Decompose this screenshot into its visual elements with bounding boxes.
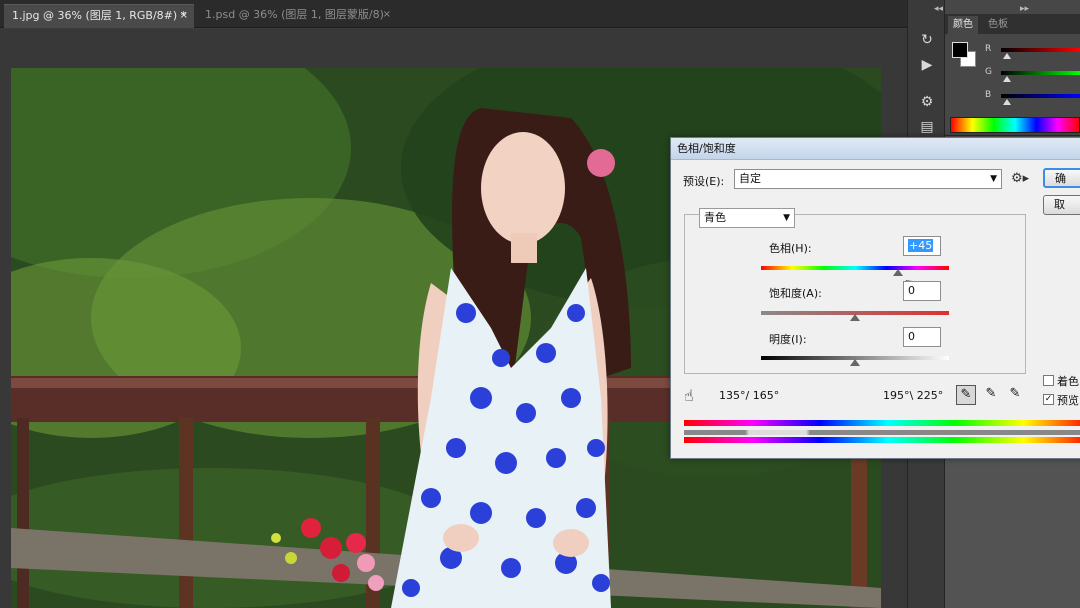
collapse-icon[interactable]: ▸▸ [1020, 4, 1029, 14]
document-tab-bar: 1.jpg @ 36% (图层 1, RGB/8#) * × 1.psd @ 3… [0, 0, 907, 28]
range-right-readout: 195°\ 225° [883, 389, 944, 402]
hue-saturation-dialog: 色相/饱和度 预设(E): 自定 ▼ ⚙▸ 确 取 青色 ▼ 色相(H): +4… [670, 137, 1080, 459]
output-color-ramp [684, 437, 1080, 443]
channel-track[interactable] [1001, 48, 1080, 52]
saturation-slider-thumb[interactable] [850, 314, 860, 321]
eyedropper-plus-icon[interactable]: ✎ [981, 385, 1001, 405]
preview-label: 预览 [1057, 394, 1079, 407]
channel-label: R [985, 44, 992, 54]
tab-label: 1.jpg @ 36% (图层 1, RGB/8#) * [12, 9, 187, 22]
color-spectrum-bar[interactable] [950, 117, 1080, 133]
lightness-label: 明度(I): [769, 333, 807, 346]
lightness-input[interactable]: 0 [903, 327, 941, 347]
dialog-title: 色相/饱和度 [671, 138, 1080, 160]
close-icon[interactable]: × [180, 5, 188, 27]
hue-value: +45 [908, 239, 934, 252]
slider-thumb[interactable] [1003, 99, 1011, 105]
adjustments-icon[interactable]: ⚙ [917, 92, 937, 112]
photoshop-window: 1.jpg @ 36% (图层 1, RGB/8#) * × 1.psd @ 3… [0, 0, 1080, 608]
eyedropper-icon[interactable]: ✎ [956, 385, 976, 405]
saturation-value: 0 [908, 284, 915, 297]
hue-label: 色相(H): [769, 242, 812, 255]
panel-tabs: 颜色 色板 [945, 14, 1080, 34]
slider-thumb[interactable] [1003, 53, 1011, 59]
channel-track[interactable] [1001, 94, 1080, 98]
range-adjust-bar[interactable] [684, 430, 1080, 435]
layers-icon[interactable]: ▤ [917, 117, 937, 137]
hue-input[interactable]: +45 [903, 236, 941, 256]
colorize-label: 着色 [1057, 375, 1079, 388]
play-action-icon[interactable]: ▶ [917, 55, 937, 75]
tab-label: 1.psd @ 36% (图层 1, 图层蒙版/8) [205, 8, 384, 21]
colorize-checkbox[interactable] [1043, 375, 1054, 386]
range-dropdown[interactable]: 青色 ▼ [699, 208, 795, 228]
preview-checkbox[interactable]: ✓ [1043, 394, 1054, 405]
close-icon[interactable]: × [383, 4, 391, 26]
cancel-button[interactable]: 取 [1043, 195, 1080, 215]
foreground-color-swatch[interactable] [952, 42, 968, 58]
input-color-ramp [684, 420, 1080, 426]
hand-adjust-icon[interactable]: ☝ [684, 386, 694, 405]
green-channel-slider[interactable]: G [985, 67, 1080, 82]
chevron-down-icon: ▼ [990, 174, 997, 184]
eyedropper-minus-icon[interactable]: ✎ [1005, 385, 1025, 405]
blue-channel-slider[interactable]: B [985, 90, 1080, 105]
hue-slider-track[interactable] [761, 266, 949, 270]
tab-1-psd[interactable]: 1.psd @ 36% (图层 1, 图层蒙版/8) × [197, 4, 397, 28]
preset-label: 预设(E): [683, 175, 725, 188]
lightness-slider-thumb[interactable] [850, 359, 860, 366]
tab-1-jpg[interactable]: 1.jpg @ 36% (图层 1, RGB/8#) * × [4, 4, 194, 28]
channel-label: G [985, 67, 992, 77]
range-value: 青色 [704, 211, 726, 224]
tab-swatches[interactable]: 色板 [983, 16, 1013, 34]
preset-value: 自定 [739, 172, 761, 185]
slider-thumb[interactable] [1003, 76, 1011, 82]
preset-dropdown[interactable]: 自定 ▼ [734, 169, 1002, 189]
channel-track[interactable] [1001, 71, 1080, 75]
hue-slider-thumb[interactable] [893, 269, 904, 276]
channel-label: B [985, 90, 992, 100]
collapse-icon[interactable]: ◂◂ [934, 4, 943, 14]
adjustment-groupbox [684, 214, 1026, 374]
range-left-readout: 135°/ 165° [719, 389, 780, 402]
lightness-value: 0 [908, 330, 915, 343]
saturation-label: 饱和度(A): [769, 287, 822, 300]
settings-gear-icon[interactable]: ⚙▸ [1011, 171, 1029, 186]
chevron-down-icon: ▼ [783, 213, 790, 223]
tab-color[interactable]: 颜色 [948, 16, 978, 34]
history-icon[interactable]: ↻ [917, 30, 937, 50]
red-channel-slider[interactable]: R [985, 44, 1080, 59]
ok-button[interactable]: 确 [1043, 168, 1080, 188]
saturation-input[interactable]: 0 [903, 281, 941, 301]
